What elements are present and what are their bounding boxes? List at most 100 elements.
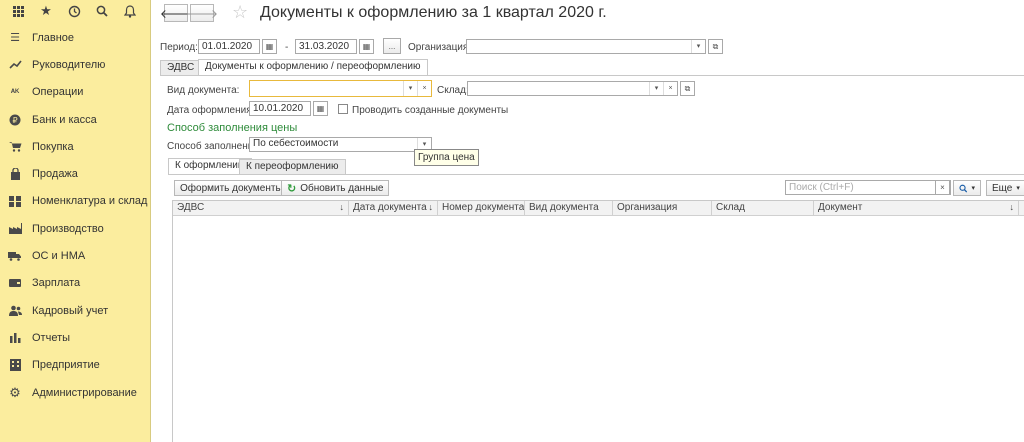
sidebar-item-bank[interactable]: ₽ Банк и касса: [0, 106, 150, 133]
sidebar-item-admin[interactable]: ⚙ Администрирование: [0, 379, 150, 406]
column-doc-number[interactable]: Номер документа: [438, 201, 525, 215]
more-button[interactable]: Еще ▾: [986, 180, 1024, 196]
back-button[interactable]: 🡐: [160, 4, 192, 22]
favorite-star-icon[interactable]: ☆: [232, 2, 248, 23]
create-documents-label: Оформить документы: [180, 182, 283, 194]
warehouse-field[interactable]: ▾ ×: [467, 81, 678, 96]
dt-kt-icon: ᴬᴷ: [10, 87, 20, 98]
date-label: Дата оформления:: [167, 105, 255, 116]
calendar-icon: ▦: [362, 42, 371, 51]
sidebar-item-label: Отчеты: [32, 331, 71, 344]
clear-icon: ×: [940, 183, 945, 192]
price-section-title: Способ заполнения цены: [167, 122, 298, 134]
coin-icon: ₽: [8, 113, 22, 127]
sidebar-item-label: Производство: [32, 222, 104, 235]
organization-field[interactable]: ▾: [466, 39, 706, 54]
sidebar-item-nomenclature[interactable]: Номенклатура и склад: [0, 188, 150, 215]
sidebar-item-reports[interactable]: Отчеты: [0, 324, 150, 351]
refresh-data-label: Обновить данные: [300, 182, 384, 194]
tab-documents[interactable]: Документы к оформлению / переоформлению: [198, 59, 428, 75]
search-icon[interactable]: [88, 1, 116, 21]
open-window-icon: ⧉: [712, 41, 719, 51]
tab-divider: [160, 75, 1024, 76]
svg-text:₽: ₽: [12, 116, 17, 125]
sidebar-item-label: Операции: [32, 86, 84, 99]
calendar-to-button[interactable]: ▦: [359, 39, 374, 54]
sidebar-toolbar: ★: [0, 0, 150, 22]
column-organization[interactable]: Организация: [613, 201, 712, 215]
open-window-icon: ⧉: [684, 83, 691, 93]
page-title: Документы к оформлению за 1 квартал 2020…: [260, 4, 607, 21]
tab-edvs[interactable]: ЭДВС: [160, 60, 202, 75]
post-documents-label: Проводить созданные документы: [352, 105, 509, 116]
open-warehouse-button[interactable]: ⧉: [680, 81, 695, 96]
calendar-icon: ▦: [265, 42, 274, 51]
sidebar-item-label: Номенклатура и склад: [32, 195, 148, 208]
period-label: Период:: [160, 42, 198, 53]
calendar-from-button[interactable]: ▦: [262, 39, 277, 54]
period-select-button[interactable]: ...: [383, 38, 401, 54]
column-doc-type[interactable]: Вид документа: [525, 201, 613, 215]
truck-icon: [8, 249, 22, 263]
fill-method-label: Способ заполнения:: [167, 141, 262, 152]
column-edvs-label: ЭДВС: [177, 202, 205, 213]
calendar-date-button[interactable]: ▦: [313, 101, 328, 116]
table-header: ЭДВС ↓ Дата документа ↓ Номер документа Ви…: [173, 201, 1024, 216]
history-icon[interactable]: [60, 1, 88, 21]
sidebar-item-production[interactable]: Производство: [0, 215, 150, 242]
column-doc-date[interactable]: Дата документа ↓: [349, 201, 438, 215]
period-to-field[interactable]: 31.03.2020: [295, 39, 357, 54]
sidebar-item-label: Руководителю: [32, 58, 106, 71]
post-documents-checkbox[interactable]: [338, 104, 348, 114]
sidebar-item-assets[interactable]: ОС и НМА: [0, 242, 150, 269]
fill-method-field[interactable]: По себестоимости ▾: [249, 137, 432, 152]
open-organization-button[interactable]: ⧉: [708, 39, 723, 54]
chevron-down-icon[interactable]: ▾: [649, 82, 663, 95]
clear-icon[interactable]: ×: [417, 81, 431, 96]
search-button[interactable]: ▾: [953, 180, 981, 196]
sidebar-item-label: Покупка: [32, 140, 74, 153]
favorites-star-icon[interactable]: ★: [32, 1, 60, 21]
column-warehouse[interactable]: Склад: [712, 201, 814, 215]
sidebar-item-manager[interactable]: Руководителю: [0, 51, 150, 78]
bar-chart-icon: [8, 331, 22, 345]
doc-type-field[interactable]: ▾ ×: [249, 80, 432, 97]
sidebar-item-label: Предприятие: [32, 359, 100, 372]
sidebar-item-label: Администрирование: [32, 386, 137, 399]
column-doc-number-label: Номер документа: [442, 202, 525, 213]
column-edvs[interactable]: ЭДВС ↓: [173, 201, 349, 215]
chevron-down-icon: ▾: [1016, 185, 1020, 192]
clear-search-button[interactable]: ×: [935, 180, 950, 195]
clear-icon[interactable]: ×: [663, 82, 677, 95]
column-document[interactable]: Документ ↓: [814, 201, 1019, 215]
sidebar-item-main[interactable]: ☰ Главное: [0, 24, 150, 51]
arrow-right-icon: 🡒: [185, 6, 219, 21]
sidebar-item-enterprise[interactable]: Предприятие: [0, 352, 150, 379]
create-documents-button[interactable]: Оформить документы: [174, 180, 289, 196]
sidebar-item-salary[interactable]: Зарплата: [0, 270, 150, 297]
tab-to-recreate[interactable]: К переоформлению: [239, 159, 346, 174]
sidebar-item-label: Продажа: [32, 168, 78, 181]
building-icon: [8, 358, 22, 372]
search-input[interactable]: Поиск (Ctrl+F): [785, 180, 951, 195]
sidebar-item-purchase[interactable]: Покупка: [0, 133, 150, 160]
column-doc-type-label: Вид документа: [529, 202, 599, 213]
refresh-data-button[interactable]: ↻ Обновить данные: [281, 180, 390, 196]
gear-icon: ⚙: [9, 384, 21, 400]
chevron-down-icon: ▾: [971, 185, 975, 192]
forward-button[interactable]: 🡒: [186, 4, 218, 22]
sidebar-item-operations[interactable]: ᴬᴷ Операции: [0, 79, 150, 106]
sidebar-item-label: Главное: [32, 31, 75, 44]
chevron-down-icon[interactable]: ▾: [403, 81, 417, 96]
chevron-down-icon[interactable]: ▾: [691, 40, 705, 53]
main-panel: 🡐 🡒 ☆ Документы к оформлению за 1 кварта…: [152, 0, 1024, 442]
apps-grid-icon[interactable]: [4, 1, 32, 21]
sidebar-item-hr[interactable]: Кадровый учет: [0, 297, 150, 324]
sidebar-item-label: Зарплата: [32, 277, 81, 290]
sidebar-item-sales[interactable]: Продажа: [0, 160, 150, 187]
column-doc-date-label: Дата документа: [353, 202, 427, 213]
date-field[interactable]: 10.01.2020: [249, 101, 311, 116]
bell-icon[interactable]: [116, 1, 144, 21]
period-from-field[interactable]: 01.01.2020: [198, 39, 260, 54]
column-warehouse-label: Склад: [716, 202, 745, 213]
